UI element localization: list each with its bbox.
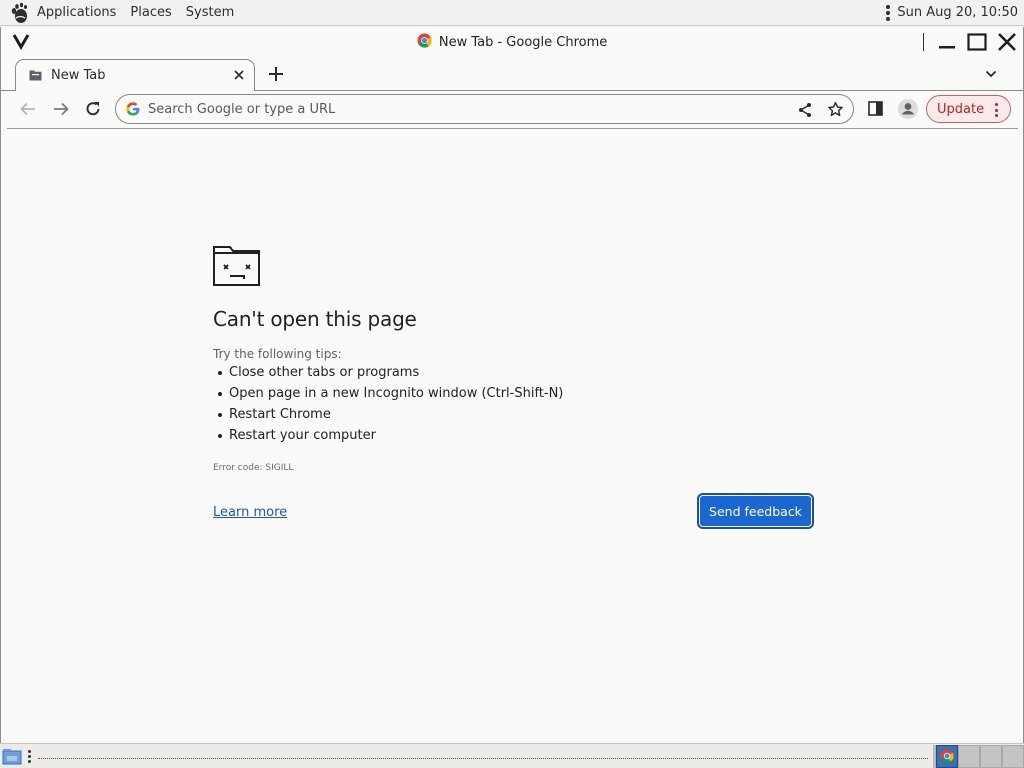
minimize-button[interactable] <box>933 30 961 54</box>
workspace-4[interactable] <box>1002 745 1024 768</box>
tab-title: New Tab <box>51 68 106 83</box>
browser-toolbar: Update <box>1 91 1023 127</box>
menu-system[interactable]: System <box>181 5 239 20</box>
panel-clock[interactable]: Sun Aug 20, 10:50 <box>897 5 1018 20</box>
google-g-icon <box>126 102 140 116</box>
back-button[interactable] <box>19 100 37 118</box>
omnibox-input[interactable] <box>148 100 768 118</box>
sad-folder-icon <box>213 246 260 286</box>
window-title: New Tab - Google Chrome <box>438 35 608 50</box>
workspace-3[interactable] <box>980 745 1002 768</box>
window-title-area: New Tab - Google Chrome <box>1 33 1023 50</box>
close-window-button[interactable] <box>993 30 1021 54</box>
window-titlebar[interactable]: New Tab - Google Chrome <box>1 27 1023 57</box>
tab-close-icon[interactable] <box>233 69 245 81</box>
top-panel: Applications Places System Sun Aug 20, 1… <box>0 0 1024 26</box>
wm-separator <box>923 33 924 51</box>
error-code: Error code: SIGILL <box>213 463 294 473</box>
tab-search-chevron-icon[interactable] <box>985 68 997 80</box>
error-subtitle: Try the following tips: <box>213 347 342 361</box>
chrome-window: New Tab - Google Chrome New Tab Search G… <box>0 27 1024 743</box>
update-label: Update <box>937 101 985 117</box>
bookmark-star-icon[interactable] <box>827 101 844 118</box>
omnibox[interactable] <box>115 94 854 124</box>
tab-strip: New Tab <box>1 57 1023 91</box>
tip-item: Restart Chrome <box>218 404 563 425</box>
learn-more-link[interactable]: Learn more <box>213 505 287 520</box>
chrome-logo-icon <box>940 749 954 763</box>
menu-applications[interactable]: Applications <box>32 5 121 20</box>
send-feedback-button[interactable]: Send feedback <box>697 493 814 529</box>
panel-handle-icon[interactable] <box>886 4 891 21</box>
show-desktop-icon[interactable] <box>2 748 22 765</box>
error-title: Can't open this page <box>213 307 417 331</box>
tip-item: Close other tabs or programs <box>218 362 563 383</box>
bottom-panel <box>0 743 1024 768</box>
error-tips-list: Close other tabs or programs Open page i… <box>218 362 563 446</box>
workspace-2[interactable] <box>958 745 980 768</box>
profile-icon[interactable] <box>897 98 919 120</box>
close-icon <box>998 33 1016 51</box>
menu-places[interactable]: Places <box>125 5 176 20</box>
tip-item: Open page in a new Incognito window (Ctr… <box>218 383 563 404</box>
maximize-button[interactable] <box>963 30 991 54</box>
minimize-icon <box>939 46 955 49</box>
share-icon[interactable] <box>797 102 813 118</box>
maximize-icon <box>967 33 987 51</box>
tab-new-tab[interactable]: New Tab <box>15 59 255 91</box>
gnome-foot-icon[interactable] <box>8 2 30 24</box>
forward-button[interactable] <box>52 100 70 118</box>
page-content: Can't open this page Try the following t… <box>1 129 1023 743</box>
chrome-menu-icon[interactable] <box>995 103 999 117</box>
workspace-1[interactable] <box>936 745 958 768</box>
side-panel-icon[interactable] <box>868 101 883 116</box>
chrome-logo-icon <box>417 33 432 48</box>
window-list-area[interactable] <box>38 758 928 759</box>
new-tab-button[interactable] <box>267 65 285 83</box>
update-button[interactable]: Update <box>926 95 1011 123</box>
tip-item: Restart your computer <box>218 425 563 446</box>
panel-handle-icon[interactable] <box>28 750 32 763</box>
reload-button[interactable] <box>84 100 102 118</box>
new-tab-page-icon <box>29 70 42 81</box>
